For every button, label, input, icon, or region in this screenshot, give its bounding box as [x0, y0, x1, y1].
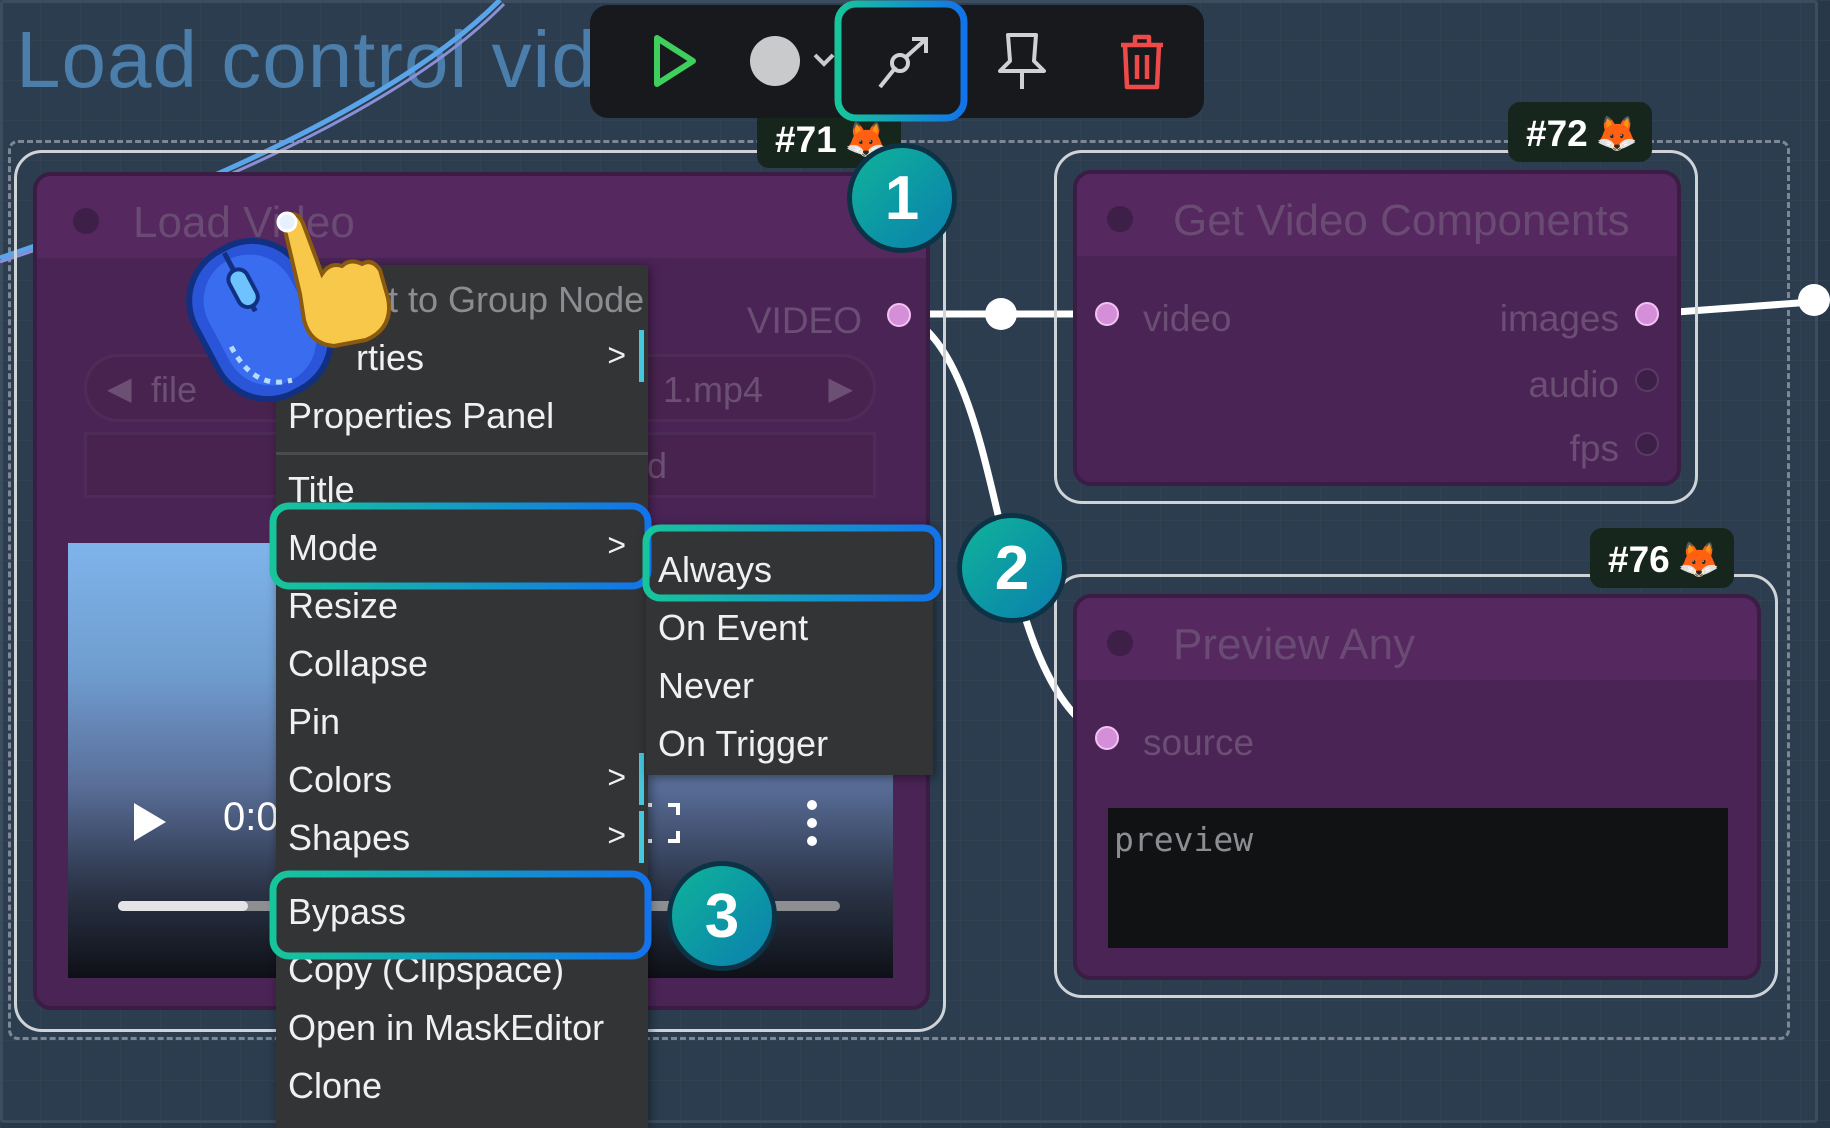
step-marker-1: 1 — [852, 148, 952, 248]
pointing-hand-icon — [276, 211, 391, 348]
highlight-bypass-button — [834, 0, 968, 122]
highlight-bypass-item — [269, 870, 652, 960]
graph-canvas[interactable]: Load control video Load Video VIDEO ◀ fi… — [0, 0, 1830, 1128]
highlight-always-item — [642, 524, 942, 602]
highlight-mode-item — [269, 502, 652, 590]
step-marker-2: 2 — [962, 518, 1062, 618]
step-marker-3: 3 — [672, 866, 772, 966]
